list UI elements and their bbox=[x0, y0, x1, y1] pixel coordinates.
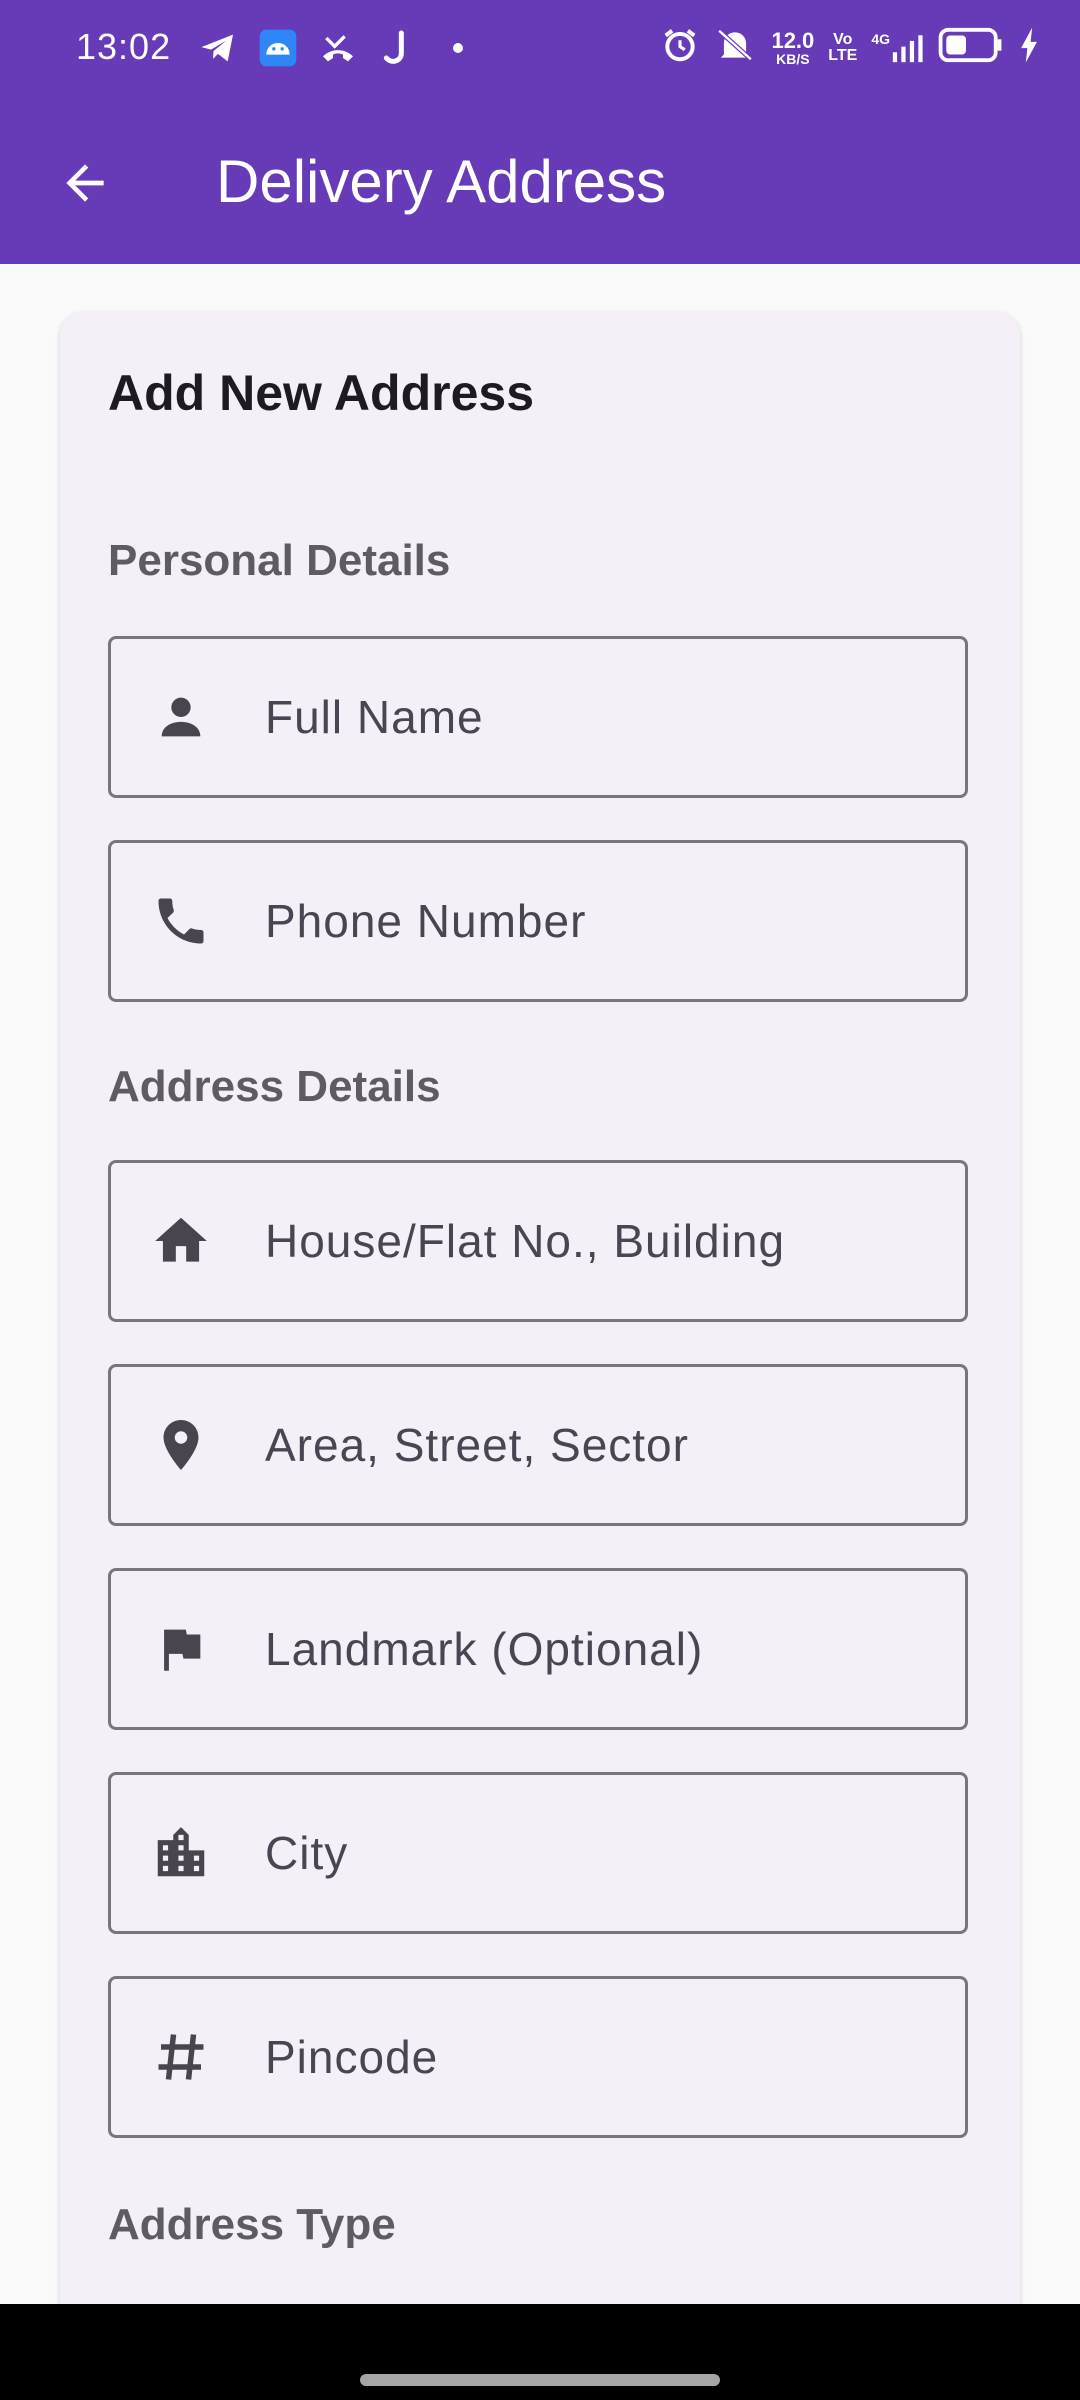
network-type: 4G bbox=[871, 30, 890, 47]
pincode-field[interactable]: Pincode bbox=[108, 1976, 968, 2138]
volte-top: Vo bbox=[833, 30, 853, 48]
address-form-card: Add New Address Personal Details Full Na… bbox=[60, 312, 1020, 2304]
full-name-placeholder: Full Name bbox=[265, 691, 484, 743]
telegram-icon bbox=[198, 28, 238, 68]
notification-icons bbox=[198, 28, 478, 68]
network-speed-unit: KB/S bbox=[776, 50, 810, 67]
android-icon bbox=[258, 28, 298, 68]
navigation-bar bbox=[0, 2304, 1080, 2400]
status-time: 13:02 bbox=[76, 26, 172, 67]
home-icon bbox=[149, 1209, 213, 1273]
volte-indicator: Vo LTE bbox=[828, 30, 858, 64]
landmark-placeholder: Landmark (Optional) bbox=[265, 1623, 704, 1675]
content-area: Add New Address Personal Details Full Na… bbox=[0, 264, 1080, 2304]
j-app-icon bbox=[378, 28, 418, 68]
phone-number-placeholder: Phone Number bbox=[265, 895, 587, 947]
section-address-details: Address Details bbox=[108, 1062, 441, 1111]
system-icons: 12.0 KB/S Vo LTE 4G bbox=[661, 26, 1040, 69]
dot-icon bbox=[438, 28, 478, 68]
page-title: Delivery Address bbox=[216, 148, 667, 215]
arrow-back-icon bbox=[66, 164, 104, 202]
house-field[interactable]: House/Flat No., Building bbox=[108, 1160, 968, 1322]
section-personal-details: Personal Details bbox=[108, 536, 451, 585]
phone-icon bbox=[149, 889, 213, 953]
volte-bottom: LTE bbox=[828, 46, 858, 64]
card-title: Add New Address bbox=[108, 365, 535, 421]
back-button[interactable] bbox=[40, 138, 130, 228]
landmark-field[interactable]: Landmark (Optional) bbox=[108, 1568, 968, 1730]
app-bar: Delivery Address bbox=[0, 96, 1080, 264]
full-name-field[interactable]: Full Name bbox=[108, 636, 968, 798]
mute-icon bbox=[713, 26, 757, 69]
missed-call-icon bbox=[318, 28, 358, 68]
location-pin-icon bbox=[149, 1413, 213, 1477]
signal-icon: 4G bbox=[871, 31, 924, 65]
area-field[interactable]: Area, Street, Sector bbox=[108, 1364, 968, 1526]
alarm-icon bbox=[661, 26, 699, 69]
flag-icon bbox=[149, 1617, 213, 1681]
area-placeholder: Area, Street, Sector bbox=[265, 1419, 689, 1471]
person-icon bbox=[149, 685, 213, 749]
phone-number-field[interactable]: Phone Number bbox=[108, 840, 968, 1002]
battery-icon bbox=[938, 26, 1004, 69]
hash-icon bbox=[149, 2025, 213, 2089]
house-placeholder: House/Flat No., Building bbox=[265, 1215, 786, 1267]
status-bar: 13:02 12.0 KB/S Vo LTE 4G bbox=[0, 0, 1080, 96]
charging-icon bbox=[1018, 26, 1040, 69]
pincode-placeholder: Pincode bbox=[265, 2031, 439, 2083]
city-field[interactable]: City bbox=[108, 1772, 968, 1934]
network-speed: 12.0 KB/S bbox=[771, 27, 815, 67]
network-speed-value: 12.0 bbox=[771, 27, 815, 53]
gesture-handle[interactable] bbox=[360, 2374, 720, 2386]
city-icon bbox=[149, 1821, 213, 1885]
section-address-type: Address Type bbox=[108, 2200, 396, 2249]
city-placeholder: City bbox=[265, 1827, 349, 1879]
